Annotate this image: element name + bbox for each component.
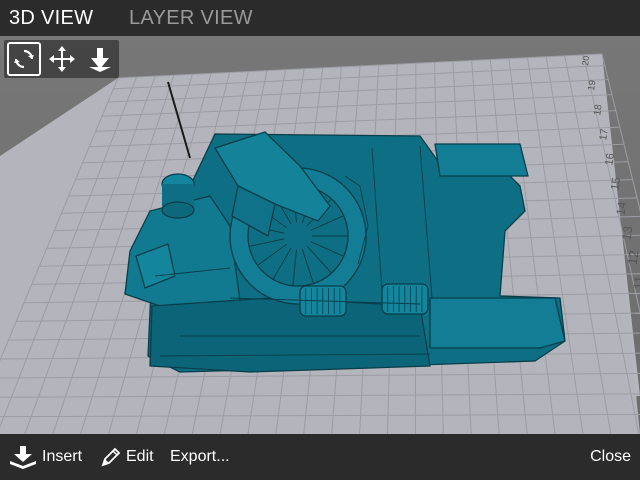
ruler-label: 12 (625, 249, 640, 265)
drop-tool-button[interactable] (83, 42, 117, 76)
edit-button[interactable]: Edit (100, 434, 154, 480)
ruler-label: 16 (603, 152, 617, 166)
ruler-label: 19 (586, 79, 598, 91)
viewport-scene: 20 19 18 17 16 15 14 13 12 11 10 (0, 53, 640, 434)
ruler-label: 13 (620, 225, 636, 241)
view-tool-group (4, 40, 119, 78)
move-tool-button[interactable] (45, 42, 79, 76)
insert-icon (8, 444, 38, 470)
export-button[interactable]: Export... (170, 434, 230, 480)
pencil-icon (100, 446, 122, 468)
ruler-label: 14 (614, 201, 630, 216)
ruler-label: 15 (609, 177, 623, 191)
drop-to-bed-icon (89, 48, 111, 72)
rotate-icon (14, 49, 34, 69)
ruler-label: 17 (597, 128, 611, 141)
insert-label: Insert (42, 448, 83, 465)
insert-button[interactable]: Insert (8, 434, 82, 480)
rotate-tool-button[interactable] (7, 42, 41, 76)
top-tab-bar: 3D VIEW LAYER VIEW (0, 0, 640, 36)
tab-layer-view[interactable]: LAYER VIEW (129, 7, 253, 29)
tank-track-right-bottom (429, 297, 566, 349)
bottom-action-bar: Insert Edit Export... Close (0, 434, 640, 480)
ruler-label: 20 (580, 55, 591, 66)
tab-3d-view[interactable]: 3D VIEW (9, 7, 93, 29)
3d-viewport[interactable]: 20 19 18 17 16 15 14 13 12 11 10 (0, 36, 640, 434)
ruler-label: 18 (592, 103, 605, 116)
edit-label: Edit (126, 448, 154, 465)
close-button[interactable]: Close (590, 434, 631, 480)
ruler-label: 11 (631, 275, 640, 291)
tank-track-right-top (434, 143, 529, 177)
ruler-label: 10 (636, 298, 640, 316)
move-icon (49, 46, 75, 72)
